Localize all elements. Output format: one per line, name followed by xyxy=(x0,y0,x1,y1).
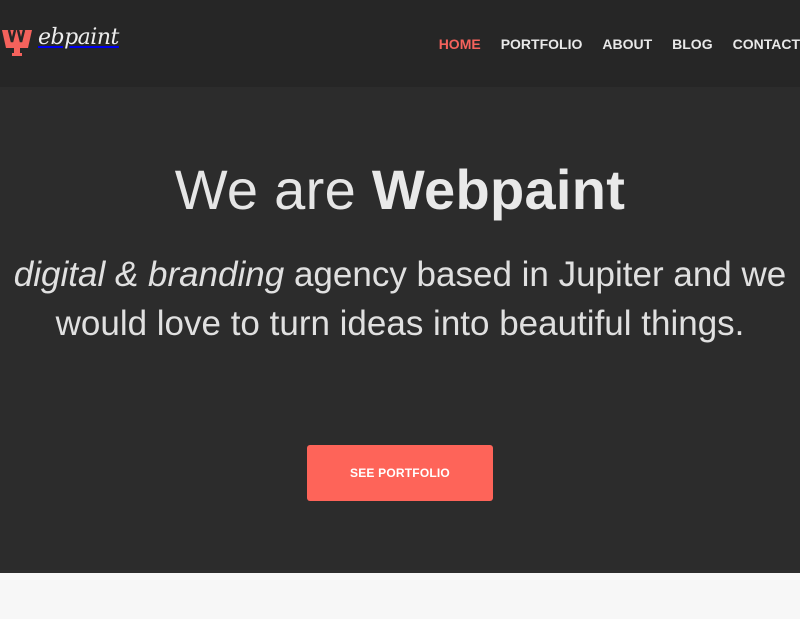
content-section-start xyxy=(0,573,800,619)
nav-item-home[interactable]: HOME xyxy=(429,35,491,53)
paint-brush-logo-icon xyxy=(2,29,32,56)
see-portfolio-button[interactable]: SEE PORTFOLIO xyxy=(307,445,493,501)
nav-item-about[interactable]: ABOUT xyxy=(592,35,662,53)
hero-title: We are Webpaint xyxy=(0,157,800,223)
hero-title-prefix: We are xyxy=(174,158,372,221)
hero-title-brand: Webpaint xyxy=(371,158,626,221)
logo-wordmark: ebpaint xyxy=(38,24,119,50)
site-logo[interactable]: ebpaint xyxy=(0,22,119,58)
nav-item-blog[interactable]: BLOG xyxy=(662,35,722,53)
hero-section: We are Webpaint digital & branding agenc… xyxy=(0,87,800,573)
main-navigation: HOME PORTFOLIO ABOUT BLOG CONTACT xyxy=(429,35,800,53)
hero-subtitle-emphasis: digital & branding xyxy=(13,255,285,294)
site-header: ebpaint HOME PORTFOLIO ABOUT BLOG CONTAC… xyxy=(0,0,800,87)
nav-item-portfolio[interactable]: PORTFOLIO xyxy=(491,35,593,53)
hero-subtitle: digital & branding agency based in Jupit… xyxy=(0,250,800,348)
nav-item-contact[interactable]: CONTACT xyxy=(723,35,800,53)
